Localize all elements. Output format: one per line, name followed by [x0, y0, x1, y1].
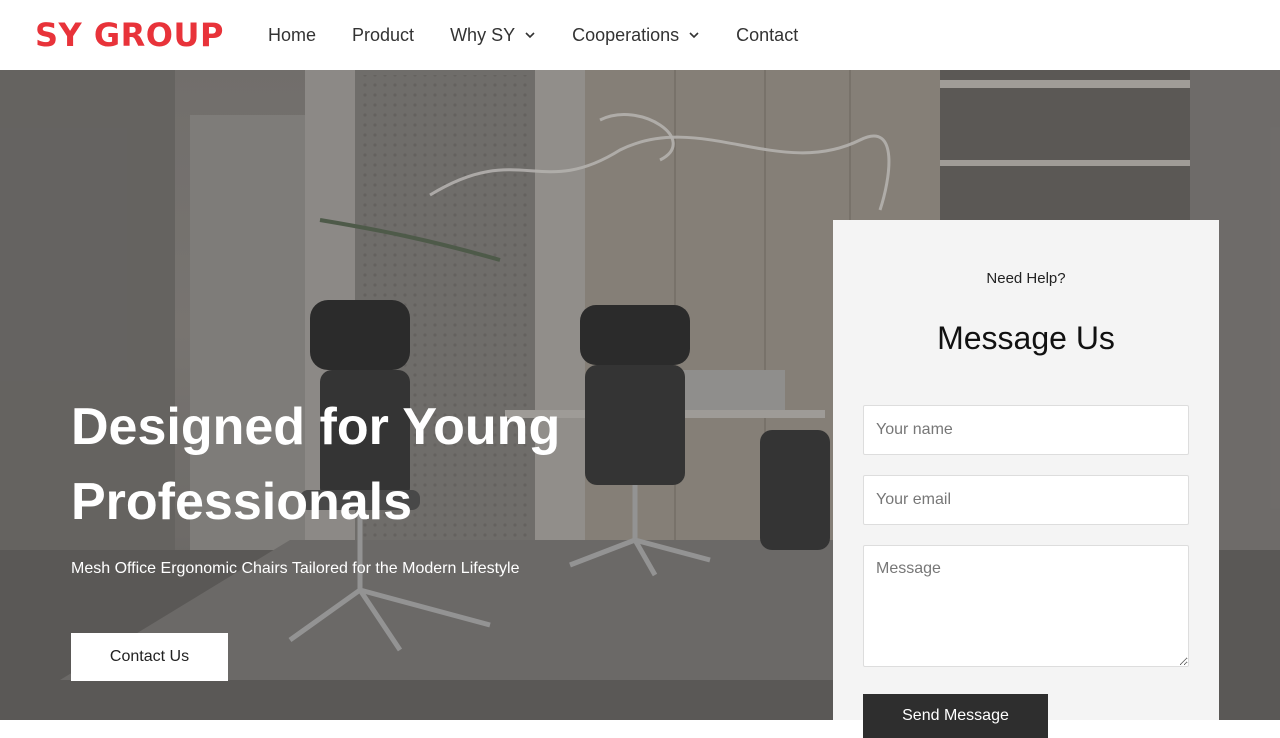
nav-label: Cooperations [572, 24, 680, 45]
nav-item-product[interactable]: Product [334, 0, 432, 70]
message-field[interactable] [863, 545, 1189, 667]
hero-title: Designed for Young Professionals [71, 398, 561, 531]
nav-label: Contact [736, 24, 799, 45]
main-nav: Home Product Why SY Cooperations Contact [250, 0, 816, 70]
chevron-down-icon [689, 32, 699, 39]
nav-label: Product [352, 24, 415, 45]
message-form-card: Need Help? Message Us Send Message [833, 220, 1219, 738]
hero-subtitle: Mesh Office Ergonomic Chairs Tailored fo… [71, 560, 520, 577]
email-field[interactable] [863, 475, 1189, 525]
nav-item-contact[interactable]: Contact [718, 0, 816, 70]
nav-item-cooperations[interactable]: Cooperations [554, 0, 718, 70]
contact-us-button[interactable]: Contact Us [71, 633, 228, 681]
nav-item-why-sy[interactable]: Why SY [432, 0, 554, 70]
nav-label: Home [268, 24, 317, 45]
form-pretitle: Need Help? [986, 270, 1066, 287]
site-header: SY GROUP Home Product Why SY Cooperation… [0, 0, 1280, 70]
form-title: Message Us [937, 320, 1115, 356]
nav-item-home[interactable]: Home [250, 0, 334, 70]
name-field[interactable] [863, 405, 1189, 455]
send-message-button[interactable]: Send Message [863, 694, 1048, 738]
nav-label: Why SY [450, 24, 516, 45]
logo[interactable]: SY GROUP [35, 15, 224, 55]
chevron-down-icon [525, 32, 535, 39]
